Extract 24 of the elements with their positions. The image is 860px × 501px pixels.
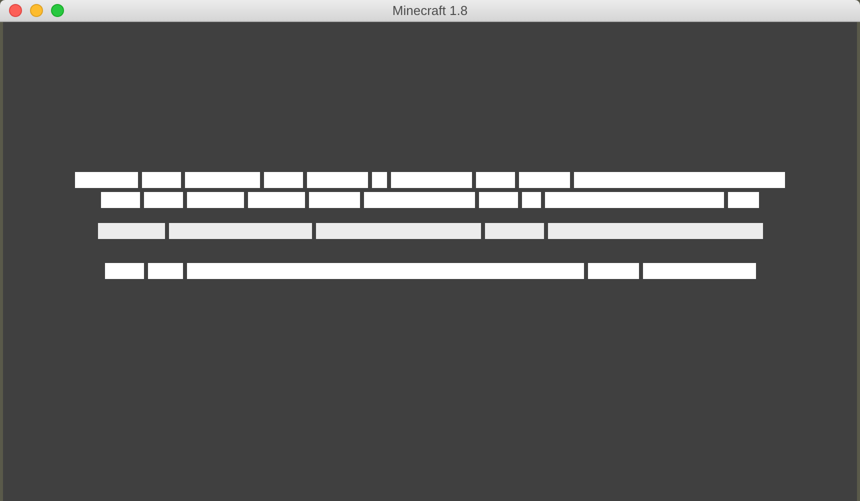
glyph-block bbox=[479, 192, 518, 208]
glyph-block bbox=[307, 172, 368, 188]
glyph-block bbox=[187, 192, 244, 208]
glyph-block bbox=[101, 192, 140, 208]
glyph-block bbox=[104, 263, 144, 279]
glyph-block bbox=[372, 172, 387, 188]
glyph-block bbox=[264, 172, 303, 188]
glyph-block bbox=[522, 192, 541, 208]
glyph-block bbox=[144, 192, 183, 208]
glyph-block bbox=[484, 223, 544, 239]
glyph-block bbox=[248, 192, 305, 208]
glyph-block bbox=[476, 172, 515, 188]
glyph-block bbox=[519, 172, 570, 188]
glyph-block bbox=[148, 263, 182, 279]
glyph-block bbox=[142, 172, 181, 188]
glyph-block bbox=[309, 192, 360, 208]
window-title: Minecraft 1.8 bbox=[392, 2, 468, 20]
minimize-button[interactable] bbox=[30, 4, 43, 17]
glyph-block bbox=[98, 223, 164, 239]
glyph-block bbox=[75, 172, 138, 188]
zoom-button[interactable] bbox=[51, 4, 64, 17]
close-button[interactable] bbox=[9, 4, 22, 17]
glyph-block bbox=[588, 263, 638, 279]
glyph-block bbox=[728, 192, 759, 208]
